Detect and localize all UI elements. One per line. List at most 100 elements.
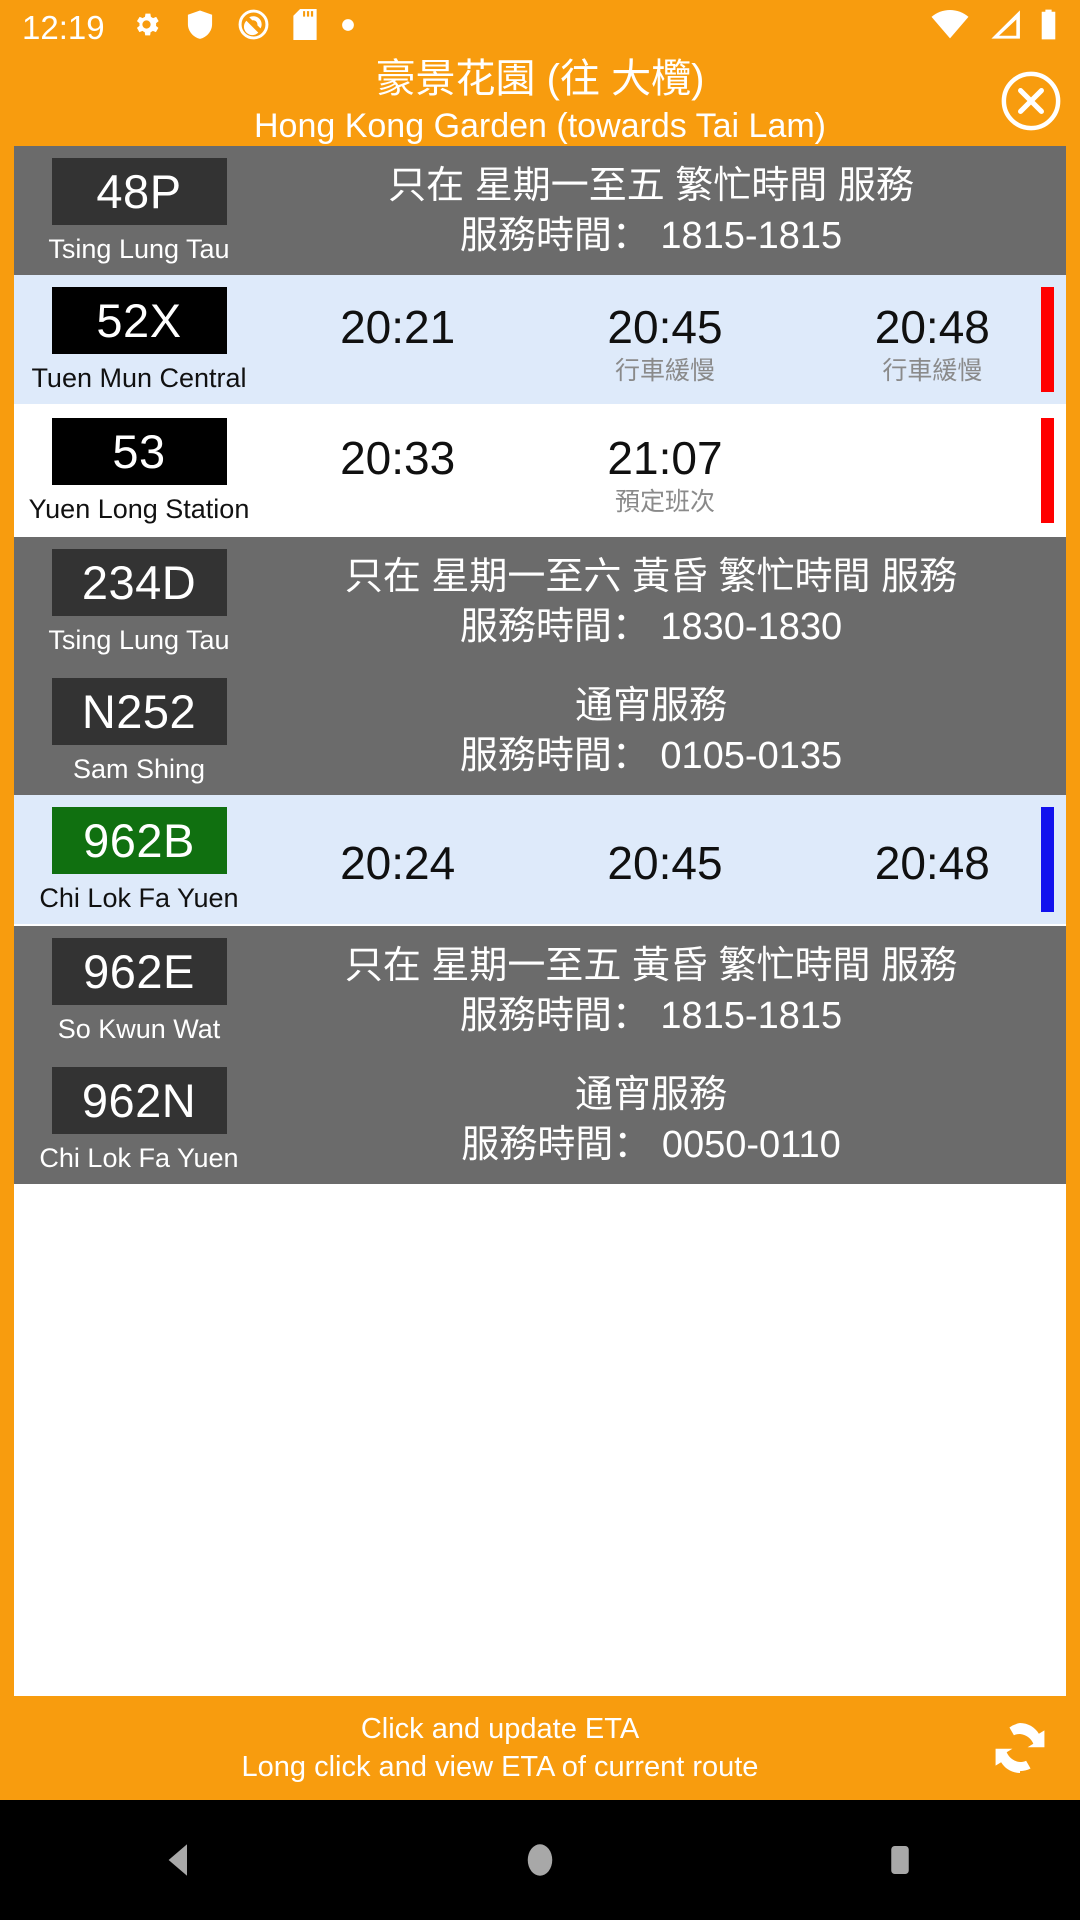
refresh-icon[interactable] (960, 1711, 1080, 1785)
route-detail: 只在 星期一至六 黃昏 繁忙時間 服務 服務時間： 1830-1830 (264, 537, 1066, 666)
home-circle-icon[interactable] (440, 1839, 640, 1881)
eta-time: 20:24 (340, 836, 456, 889)
service-notice: 只在 星期一至六 黃昏 繁忙時間 服務 服務時間： 1830-1830 (264, 552, 1066, 652)
route-number-badge: 52X (51, 287, 227, 354)
header-titles: 豪景花園 (往 大欖) Hong Kong Garden (towards Ta… (0, 54, 1080, 148)
eta-cell: 20:48 (799, 835, 1066, 891)
route-status-bar (1041, 418, 1054, 523)
eta-cell: 20:33 (264, 430, 531, 486)
service-hours-line: 服務時間： 1830-1830 (459, 605, 843, 648)
sd-card-icon (292, 9, 317, 45)
service-notice-line1: 只在 星期一至五 繁忙時間 服務 (388, 164, 914, 207)
app-header: 豪景花園 (往 大欖) Hong Kong Garden (towards Ta… (0, 54, 1080, 146)
status-clock: 12:19 (22, 8, 105, 46)
service-hours-line: 服務時間： 1815-1815 (459, 994, 843, 1037)
route-identity: 962B Chi Lok Fa Yuen (14, 795, 264, 924)
route-row[interactable]: 234D Tsing Lung Tau 只在 星期一至六 黃昏 繁忙時間 服務 服務時… (14, 537, 1066, 666)
eta-time: 20:21 (340, 300, 456, 353)
status-right-icons (931, 9, 1058, 45)
route-number-badge: N252 (51, 678, 227, 745)
route-identity: 234D Tsing Lung Tau (14, 537, 264, 666)
route-row[interactable]: 962N Chi Lok Fa Yuen 通宵服務 服務時間： 0050-0110 (14, 1055, 1066, 1184)
eta-time: 20:33 (340, 431, 456, 484)
route-row[interactable]: 53 Yuen Long Station 20:33 21:07 預定班次 (14, 406, 1066, 537)
eta-time: 20:45 (607, 300, 723, 353)
gear-icon (131, 9, 162, 45)
route-destination: Tsing Lung Tau (48, 625, 230, 655)
eta-time: 21:07 (607, 431, 723, 484)
route-identity: N252 Sam Shing (14, 666, 264, 795)
eta-cell: 20:45 (531, 835, 798, 891)
route-detail: 通宵服務 服務時間： 0105-0135 (264, 666, 1066, 795)
eta-update-hints: Click and update ETA Long click and view… (0, 1710, 960, 1786)
eta-list: 20:21 20:45 行車緩慢 20:48 行車緩慢 (264, 285, 1066, 395)
route-identity: 53 Yuen Long Station (14, 406, 264, 535)
back-triangle-icon[interactable] (80, 1839, 280, 1881)
eta-list: 20:33 21:07 預定班次 (264, 416, 1066, 526)
service-notice-line1: 只在 星期一至五 黃昏 繁忙時間 服務 (344, 944, 958, 987)
route-detail: 只在 星期一至五 黃昏 繁忙時間 服務 服務時間： 1815-1815 (264, 926, 1066, 1055)
eta-cell: 20:21 (264, 299, 531, 355)
battery-icon (1039, 9, 1058, 45)
route-row[interactable]: 962B Chi Lok Fa Yuen 20:24 20:45 20:48 (14, 795, 1066, 926)
route-row[interactable]: 52X Tuen Mun Central 20:21 20:45 行車緩慢 20:48 行車… (14, 275, 1066, 406)
route-status-bar (1041, 807, 1054, 912)
route-detail: 通宵服務服務時間： 0050-0110 (264, 1055, 1066, 1184)
eta-cell: 20:45 行車緩慢 (531, 299, 798, 387)
route-detail: 20:24 20:45 20:48 (264, 795, 1066, 924)
service-hours-line: 服務時間： 1815-1815 (459, 214, 843, 257)
route-destination: Chi Lok Fa Yuen (39, 883, 239, 913)
eta-hint-line1: Click and update ETA (360, 1713, 640, 1745)
route-list[interactable]: 48P Tsing Lung Tau 只在 星期一至五 繁忙時間 服務 服務時間： 1… (14, 146, 1066, 1696)
eta-time: 20:45 (607, 836, 723, 889)
route-row[interactable]: N252 Sam Shing 通宵服務 服務時間： 0105-0135 (14, 666, 1066, 795)
route-row[interactable]: 48P Tsing Lung Tau 只在 星期一至五 繁忙時間 服務 服務時間： 1… (14, 146, 1066, 275)
route-destination: Yuen Long Station (28, 494, 250, 524)
close-circle-icon[interactable] (1000, 70, 1062, 132)
page-title-en: Hong Kong Garden (towards Tai Lam) (253, 107, 826, 145)
signal-icon (986, 9, 1022, 45)
eta-update-bar[interactable]: Click and update ETA Long click and view… (0, 1696, 1080, 1800)
route-destination: Tsing Lung Tau (48, 234, 230, 264)
eta-cell: 21:07 預定班次 (531, 430, 798, 518)
route-number-badge: 234D (51, 549, 227, 616)
eta-note: 行車緩慢 (882, 356, 983, 385)
wifi-icon (931, 9, 969, 45)
route-detail: 20:33 21:07 預定班次 (264, 406, 1066, 535)
service-notice: 通宵服務 服務時間： 0105-0135 (264, 681, 1066, 781)
service-notice-line1: 通宵服務 (574, 1073, 727, 1116)
eta-time: 20:48 (874, 300, 990, 353)
route-status-bar (1041, 287, 1054, 392)
eta-cell: 20:48 行車緩慢 (799, 299, 1066, 387)
recents-square-icon[interactable] (800, 1839, 1000, 1881)
phone-screen: 12:19 豪景花園 (往 大欖) Hong Kong Garden (towa… (0, 0, 1080, 1920)
route-identity: 962N Chi Lok Fa Yuen (14, 1055, 264, 1184)
service-notice: 只在 星期一至五 繁忙時間 服務 服務時間： 1815-1815 (264, 161, 1066, 261)
shield-icon (186, 9, 214, 45)
route-detail: 20:21 20:45 行車緩慢 20:48 行車緩慢 (264, 275, 1066, 404)
eta-list: 20:24 20:45 20:48 (264, 821, 1066, 899)
eta-hint-line2: Long click and view ETA of current route (241, 1751, 759, 1783)
service-notice-line1: 只在 星期一至六 黃昏 繁忙時間 服務 (344, 555, 958, 598)
service-hours-line: 服務時間： 0050-0110 (461, 1123, 841, 1166)
route-row[interactable]: 962E So Kwun Wat 只在 星期一至五 黃昏 繁忙時間 服務 服務時間： … (14, 926, 1066, 1055)
adblock-icon (238, 9, 269, 45)
dot-icon (341, 18, 355, 37)
route-identity: 962E So Kwun Wat (14, 926, 264, 1055)
route-number-badge: 962B (51, 807, 227, 874)
route-number-badge: 53 (51, 418, 227, 485)
status-bar: 12:19 (0, 0, 1080, 54)
eta-note: 預定班次 (614, 487, 715, 516)
eta-time: 20:48 (874, 836, 990, 889)
route-number-badge: 962N (51, 1067, 227, 1134)
eta-note: 行車緩慢 (614, 356, 715, 385)
route-detail: 只在 星期一至五 繁忙時間 服務 服務時間： 1815-1815 (264, 146, 1066, 275)
route-number-badge: 962E (51, 938, 227, 1005)
route-destination: So Kwun Wat (57, 1014, 221, 1044)
page-title-zh: 豪景花園 (往 大欖) (375, 57, 705, 101)
service-notice: 通宵服務服務時間： 0050-0110 (264, 1070, 1066, 1170)
service-notice: 只在 星期一至五 黃昏 繁忙時間 服務 服務時間： 1815-1815 (264, 941, 1066, 1041)
service-hours-line: 服務時間： 0105-0135 (459, 734, 843, 777)
status-left-icons (131, 9, 355, 45)
route-destination: Tuen Mun Central (31, 363, 247, 393)
